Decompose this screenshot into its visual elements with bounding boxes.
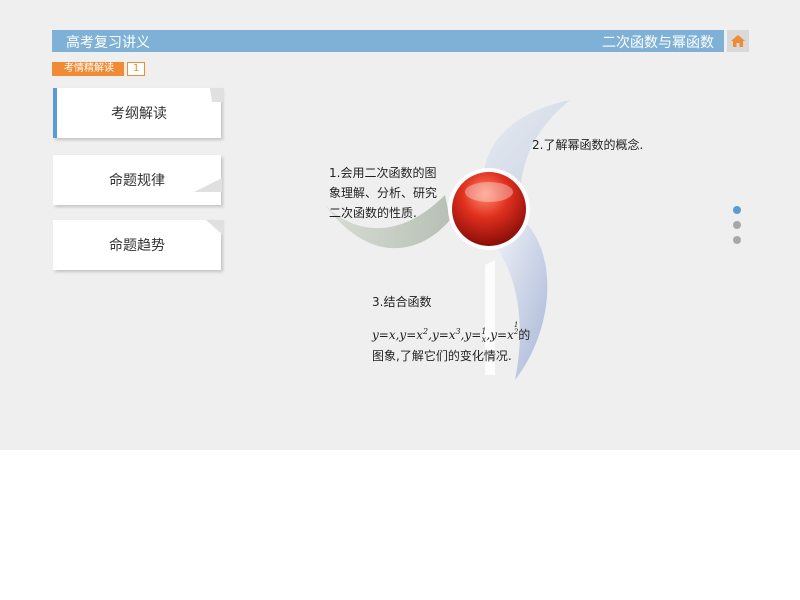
nav-item-label: 命题趋势	[109, 238, 165, 254]
section-tag: 考情精解读 1	[52, 62, 146, 76]
point-1-line: 二次函数的性质.	[329, 206, 417, 220]
page-dot[interactable]	[733, 236, 741, 244]
page-dot[interactable]	[733, 206, 741, 214]
card-fold-decoration	[210, 88, 224, 102]
card-fold-decoration	[206, 220, 224, 236]
formula-suffix: 的	[518, 328, 531, 342]
point-3-formula: y=x,y=x2,y=x3,y=1 x,y=x1 2的	[372, 321, 531, 344]
slide-area: 高考复习讲义 二次函数与幂函数 考情精解读 1 考纲解读 命题规律 命题趋势 1…	[0, 0, 800, 450]
point-3-title: 3.结合函数	[372, 295, 432, 309]
page-dot[interactable]	[733, 221, 741, 229]
section-tag-label: 考情精解读	[52, 62, 124, 76]
nav-item-label: 命题规律	[109, 173, 165, 189]
point-1-line: 1.会用二次函数的图	[329, 166, 437, 180]
nav-item-syllabus[interactable]: 考纲解读	[53, 88, 221, 138]
home-icon	[731, 35, 745, 47]
sphere-highlight	[465, 182, 513, 202]
section-tag-number: 1	[127, 62, 146, 76]
nav-item-trends[interactable]: 命题趋势	[53, 220, 221, 270]
chapter-title: 二次函数与幂函数	[602, 35, 714, 51]
pagination-dots	[733, 206, 741, 251]
point-3-end: 图象,了解它们的变化情况.	[372, 349, 512, 363]
point-1: 1.会用二次函数的图 象理解、分析、研究 二次函数的性质.	[329, 163, 437, 223]
course-title: 高考复习讲义	[66, 35, 150, 51]
home-button[interactable]	[727, 30, 749, 52]
nav-item-label: 考纲解读	[111, 106, 167, 122]
header-bar: 高考复习讲义 二次函数与幂函数	[52, 30, 724, 52]
point-1-line: 象理解、分析、研究	[329, 186, 438, 200]
card-fold-decoration	[194, 178, 222, 192]
point-2: 2.了解幂函数的概念.	[532, 138, 644, 152]
